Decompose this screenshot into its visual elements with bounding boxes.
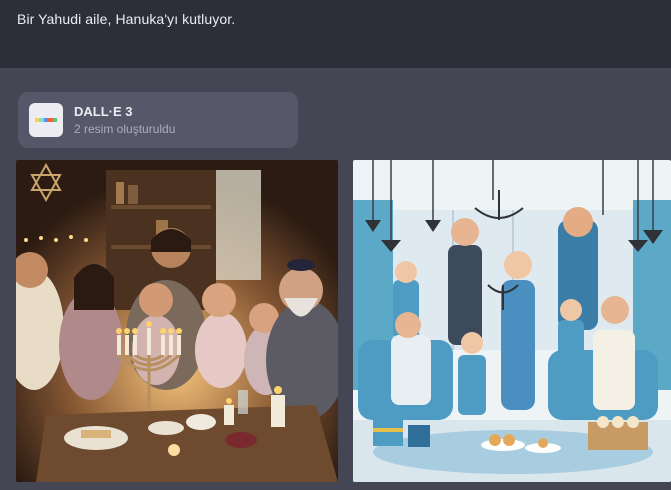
tool-status: 2 resim oluşturuldu xyxy=(74,122,176,136)
tool-name: DALL·E 3 xyxy=(74,104,133,119)
stripe-segment xyxy=(52,118,58,122)
generated-image-2[interactable] xyxy=(353,160,671,482)
dalle-tool-chip[interactable]: DALL·E 3 2 resim oluşturuldu xyxy=(18,92,298,148)
dalle-icon xyxy=(29,103,63,137)
generated-image-1[interactable] xyxy=(16,160,338,482)
user-prompt-bar: Bir Yahudi aile, Hanuka'yı kutluyor. xyxy=(0,0,671,68)
user-prompt-text: Bir Yahudi aile, Hanuka'yı kutluyor. xyxy=(17,11,236,27)
family-menorah-photo xyxy=(16,160,338,482)
family-menorah-illustration xyxy=(353,160,671,482)
